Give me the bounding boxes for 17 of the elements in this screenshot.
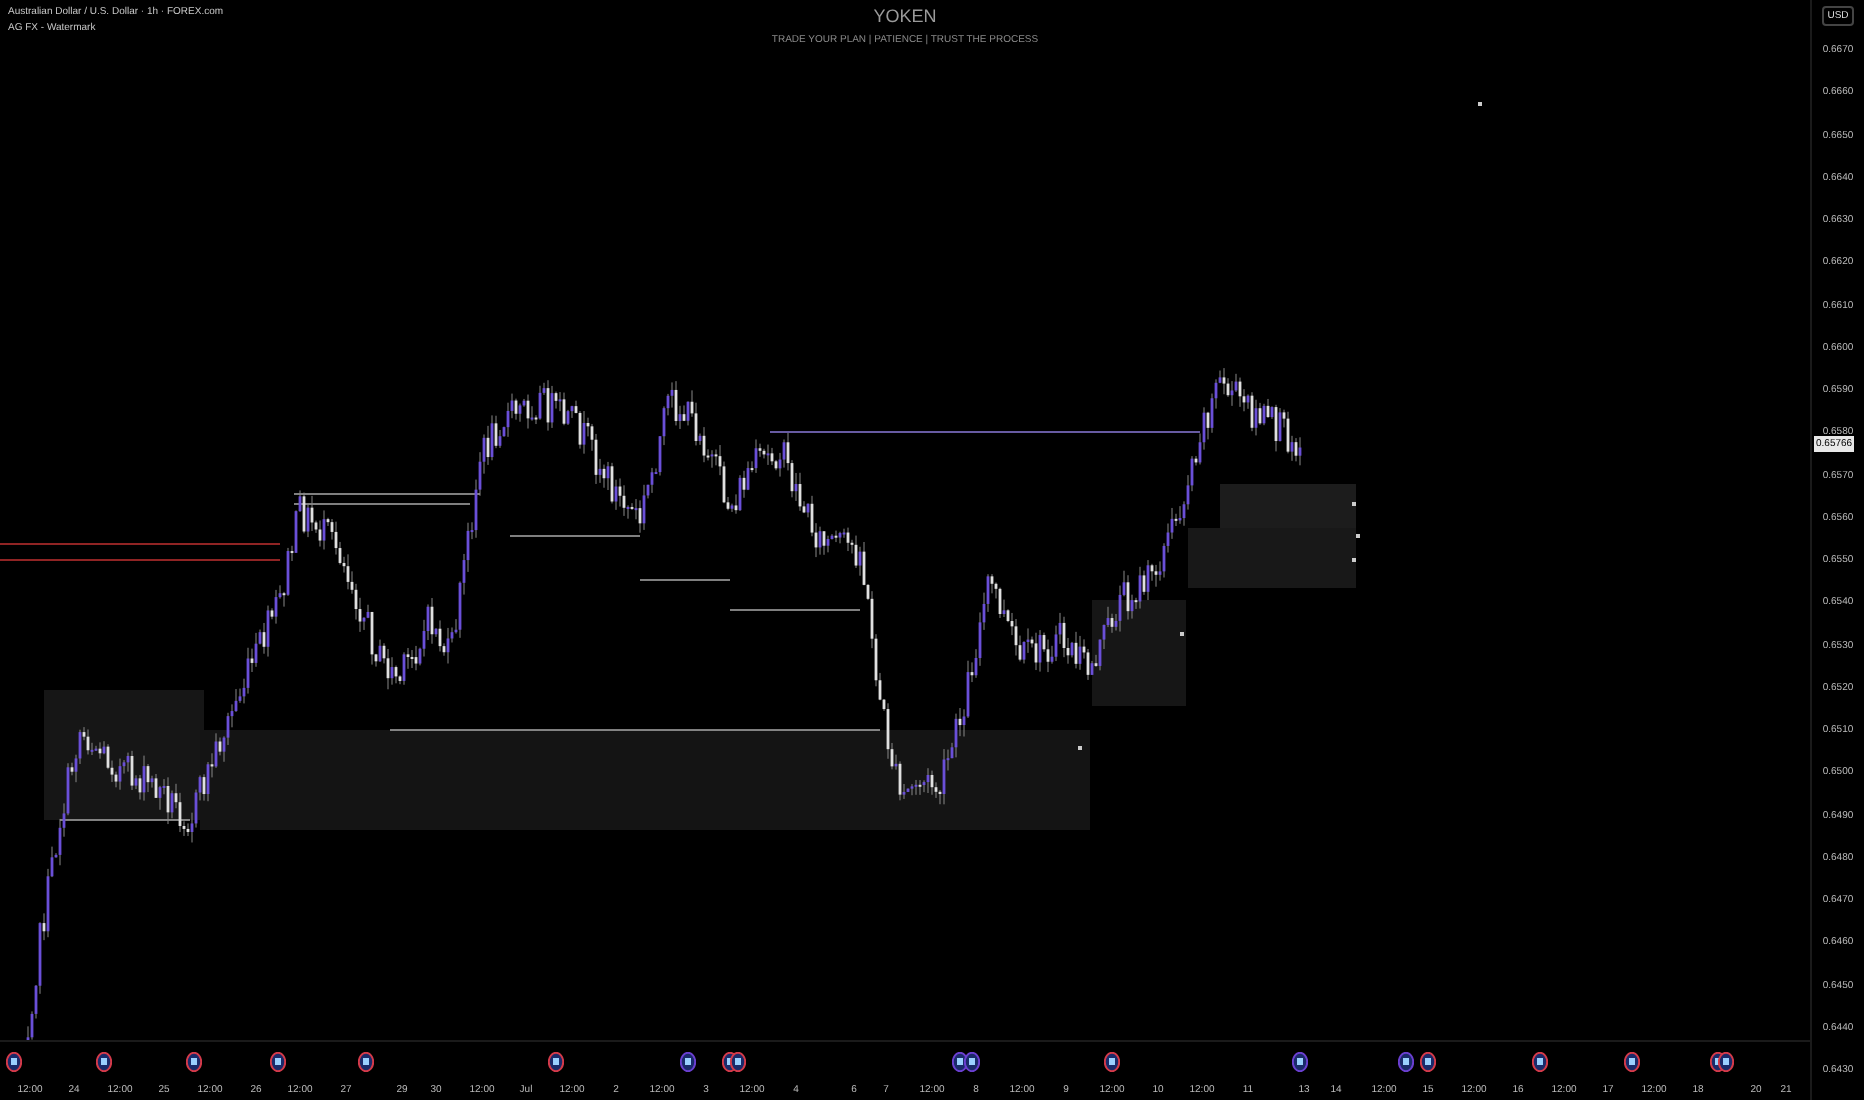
event-flag-icon[interactable]: [358, 1052, 374, 1072]
event-flag-icon[interactable]: [6, 1052, 22, 1072]
event-flag-icon[interactable]: [186, 1052, 202, 1072]
event-flag-icon[interactable]: [1398, 1052, 1414, 1072]
event-flag-icon[interactable]: [730, 1052, 746, 1072]
event-flag-icon[interactable]: [270, 1052, 286, 1072]
event-flag-icon[interactable]: [1624, 1052, 1640, 1072]
event-flag-icon[interactable]: [1292, 1052, 1308, 1072]
event-flag-icon[interactable]: [964, 1052, 980, 1072]
event-flag-icon[interactable]: [680, 1052, 696, 1072]
event-flag-icon[interactable]: [1104, 1052, 1120, 1072]
watermark-title: YOKEN: [873, 6, 937, 26]
event-flag-icon[interactable]: [96, 1052, 112, 1072]
event-flag-icon[interactable]: [1532, 1052, 1548, 1072]
event-flag-icon[interactable]: [1420, 1052, 1436, 1072]
event-flag-icon[interactable]: [1718, 1052, 1734, 1072]
event-flag-icon[interactable]: [548, 1052, 564, 1072]
